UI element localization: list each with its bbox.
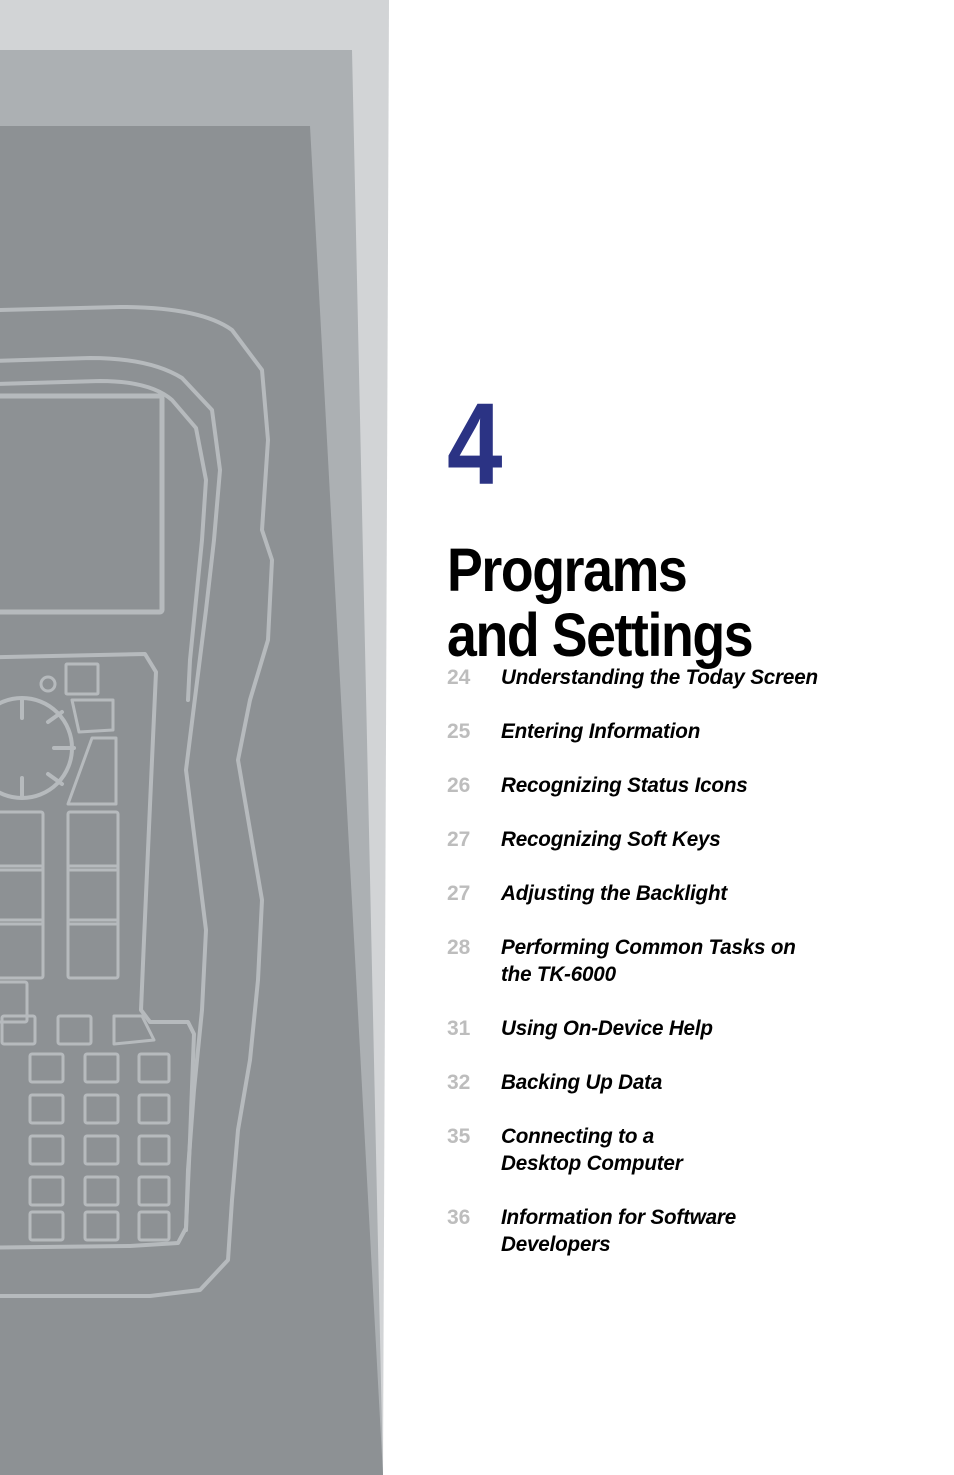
toc-entry-title: Adjusting the Backlight bbox=[501, 880, 852, 907]
page-title-line-1: Programs bbox=[447, 535, 688, 604]
chapter-opener-graphic-panel bbox=[0, 0, 400, 1475]
toc-entry[interactable]: 31 Using On-Device Help bbox=[447, 1015, 867, 1042]
toc-entry-title-line: Understanding the Today Screen bbox=[501, 665, 818, 689]
chapter-content-column: 4 Programs and Settings 24 Understanding … bbox=[447, 0, 907, 1475]
toc-entry-title-line: Recognizing Soft Keys bbox=[501, 827, 721, 851]
toc-page-number: 27 bbox=[447, 882, 471, 905]
toc-entry-title-line: Recognizing Status Icons bbox=[501, 773, 748, 797]
toc-entry[interactable]: 24 Understanding the Today Screen bbox=[447, 664, 867, 691]
toc-entry-title-line: Developers bbox=[501, 1232, 611, 1256]
toc-entry-title: Using On-Device Help bbox=[501, 1015, 852, 1042]
toc-entry[interactable]: 27 Recognizing Soft Keys bbox=[447, 826, 867, 853]
toc-entry-title-line: Entering Information bbox=[501, 719, 701, 743]
table-of-contents: 24 Understanding the Today Screen 25 Enteri… bbox=[447, 664, 867, 1285]
toc-page-number: 32 bbox=[447, 1071, 471, 1094]
toc-page-number: 24 bbox=[447, 666, 471, 689]
toc-page-number: 25 bbox=[447, 720, 471, 743]
page-title-line-2: and Settings bbox=[447, 600, 754, 669]
toc-entry-title-line: Connecting to a bbox=[501, 1124, 655, 1148]
toc-entry-title: Recognizing Status Icons bbox=[501, 772, 852, 799]
toc-page-number: 31 bbox=[447, 1017, 471, 1040]
device-illustration bbox=[0, 0, 389, 1475]
toc-entry-title: Understanding the Today Screen bbox=[501, 664, 852, 691]
toc-entry[interactable]: 35 Connecting to a Desktop Computer bbox=[447, 1123, 867, 1177]
toc-page-number: 28 bbox=[447, 936, 471, 959]
page-title: Programs and Settings bbox=[447, 538, 817, 667]
toc-entry-title-line: Backing Up Data bbox=[501, 1070, 663, 1094]
toc-page-number: 36 bbox=[447, 1206, 471, 1229]
toc-entry-title-line: Desktop Computer bbox=[501, 1151, 683, 1175]
toc-entry[interactable]: 32 Backing Up Data bbox=[447, 1069, 867, 1096]
toc-entry-title-line: the TK-6000 bbox=[501, 962, 616, 986]
toc-page-number: 35 bbox=[447, 1125, 471, 1148]
toc-entry[interactable]: 28 Performing Common Tasks on the TK-6000 bbox=[447, 934, 867, 988]
toc-entry-title-line: Information for Software bbox=[501, 1205, 737, 1229]
toc-entry-title: Backing Up Data bbox=[501, 1069, 852, 1096]
toc-entry-title: Performing Common Tasks on the TK-6000 bbox=[501, 934, 852, 988]
toc-entry[interactable]: 25 Entering Information bbox=[447, 718, 867, 745]
toc-page-number: 27 bbox=[447, 828, 471, 851]
toc-entry-title-line: Using On-Device Help bbox=[501, 1016, 713, 1040]
toc-entry-title-line: Performing Common Tasks on bbox=[501, 935, 796, 959]
toc-entry-title: Recognizing Soft Keys bbox=[501, 826, 852, 853]
toc-entry[interactable]: 26 Recognizing Status Icons bbox=[447, 772, 867, 799]
toc-entry-title: Entering Information bbox=[501, 718, 852, 745]
toc-entry-title-line: Adjusting the Backlight bbox=[501, 881, 728, 905]
toc-entry[interactable]: 36 Information for Software Developers bbox=[447, 1204, 867, 1258]
toc-entry-title: Connecting to a Desktop Computer bbox=[501, 1123, 852, 1177]
toc-page-number: 26 bbox=[447, 774, 471, 797]
toc-entry-title: Information for Software Developers bbox=[501, 1204, 852, 1258]
chapter-number: 4 bbox=[447, 379, 502, 509]
toc-entry[interactable]: 27 Adjusting the Backlight bbox=[447, 880, 867, 907]
